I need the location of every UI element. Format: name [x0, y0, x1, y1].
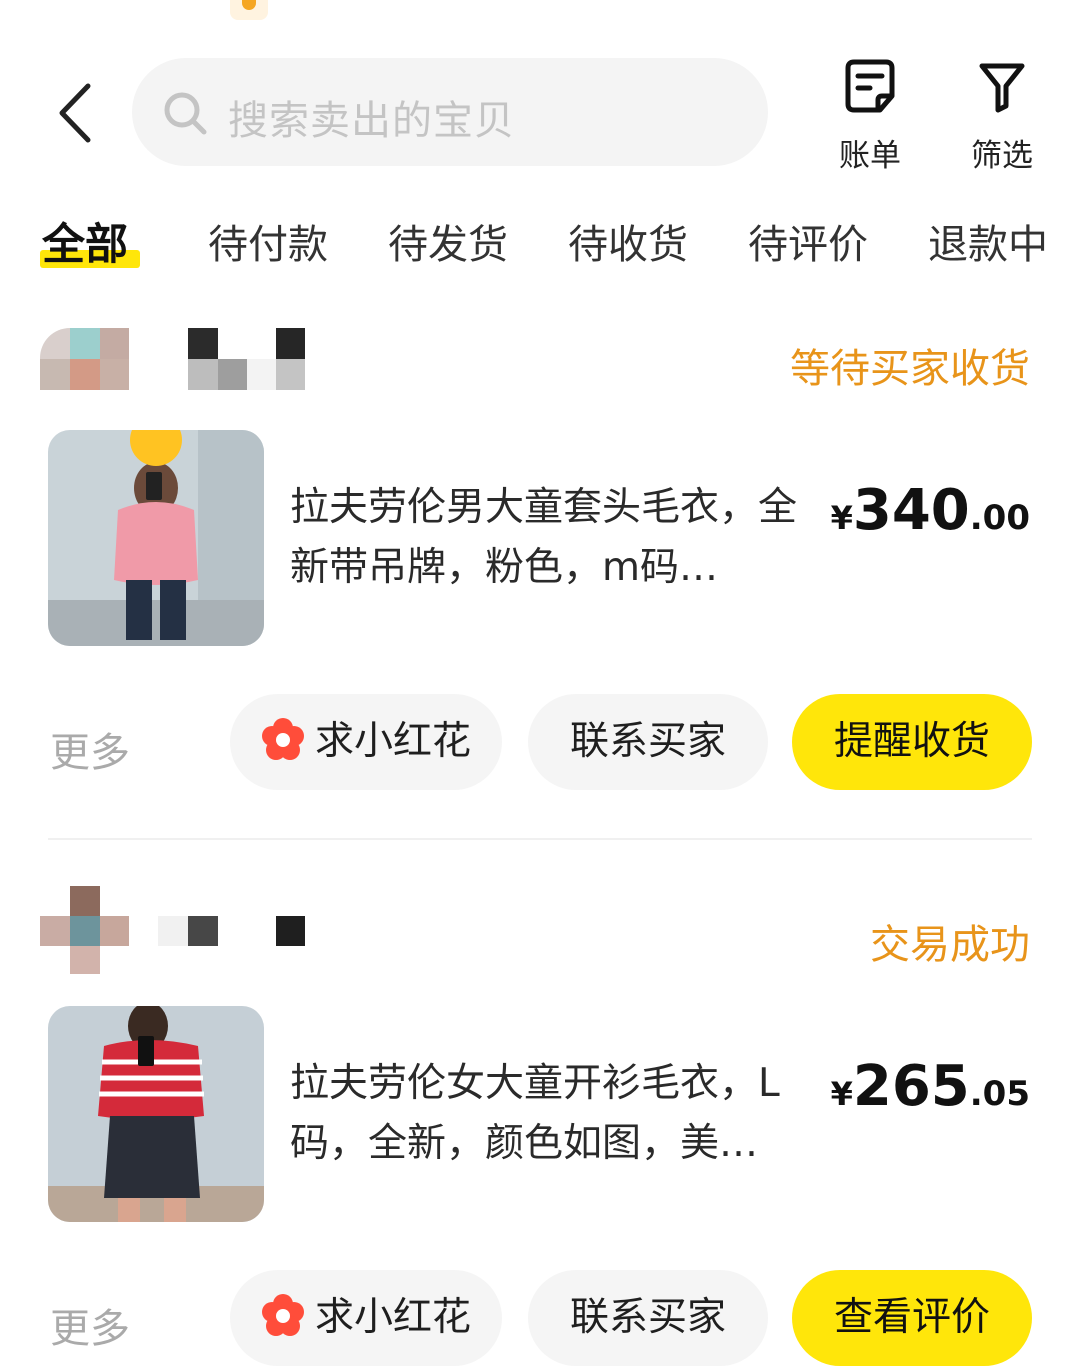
- product-photo-pink-sweater: [48, 430, 264, 646]
- product-thumbnail[interactable]: [48, 430, 264, 646]
- request-flower-button[interactable]: 求小红花: [230, 694, 502, 790]
- red-flower-icon: [261, 1294, 304, 1336]
- filter-label: 筛选: [971, 138, 1033, 174]
- order-divider: [48, 838, 1032, 840]
- filter-button[interactable]: 筛选: [952, 58, 1052, 175]
- product-photo-red-cardigan: [48, 1006, 264, 1222]
- price-integer: 340: [852, 478, 970, 543]
- filter-icon: [979, 63, 1025, 113]
- tab-pending-review[interactable]: 待评价: [748, 212, 868, 270]
- product-price: ¥265.05: [831, 1054, 1030, 1119]
- app-logo: [230, 0, 268, 20]
- search-placeholder: 搜索卖出的宝贝: [228, 98, 515, 144]
- tab-all[interactable]: 全部: [42, 210, 128, 272]
- bill-button[interactable]: 账单: [820, 58, 920, 175]
- request-flower-button[interactable]: 求小红花: [230, 1270, 502, 1366]
- red-flower-icon: [261, 718, 304, 760]
- buyer-info[interactable]: [40, 328, 310, 390]
- remind-receipt-button[interactable]: 提醒收货: [792, 694, 1032, 790]
- search-icon: [164, 92, 207, 135]
- price-decimal: .05: [969, 1074, 1030, 1114]
- product-thumbnail[interactable]: [48, 1006, 264, 1222]
- bill-icon: [845, 59, 895, 113]
- price-integer: 265: [852, 1054, 970, 1119]
- price-decimal: .00: [969, 498, 1030, 538]
- price-currency: ¥: [830, 499, 853, 537]
- request-flower-label: 求小红花: [314, 719, 471, 764]
- search-input[interactable]: 搜索卖出的宝贝: [132, 58, 768, 166]
- view-review-button[interactable]: 查看评价: [792, 1270, 1032, 1366]
- order-status: 等待买家收货: [790, 346, 1030, 392]
- tab-pending-shipment[interactable]: 待发货: [388, 212, 508, 270]
- product-title[interactable]: 拉夫劳伦女大童开衫毛衣，L码，全新，颜色如图，美…: [290, 1054, 800, 1174]
- tab-pending-payment[interactable]: 待付款: [208, 212, 328, 270]
- tab-pending-receipt[interactable]: 待收货: [568, 212, 688, 270]
- more-button[interactable]: 更多: [50, 720, 130, 778]
- contact-buyer-button[interactable]: 联系买家: [528, 1270, 768, 1366]
- tab-refunding[interactable]: 退款中: [928, 212, 1048, 270]
- product-title[interactable]: 拉夫劳伦男大童套头毛衣，全新带吊牌，粉色，m码…: [290, 478, 800, 598]
- more-button[interactable]: 更多: [50, 1296, 130, 1354]
- back-arrow-icon: [59, 83, 91, 143]
- bill-label: 账单: [839, 138, 901, 174]
- order-status: 交易成功: [870, 922, 1030, 968]
- request-flower-label: 求小红花: [314, 1295, 471, 1340]
- contact-buyer-button[interactable]: 联系买家: [528, 694, 768, 790]
- buyer-info[interactable]: [40, 886, 310, 976]
- price-currency: ¥: [830, 1075, 853, 1113]
- product-price: ¥340.00: [831, 478, 1030, 543]
- back-button[interactable]: [52, 78, 104, 148]
